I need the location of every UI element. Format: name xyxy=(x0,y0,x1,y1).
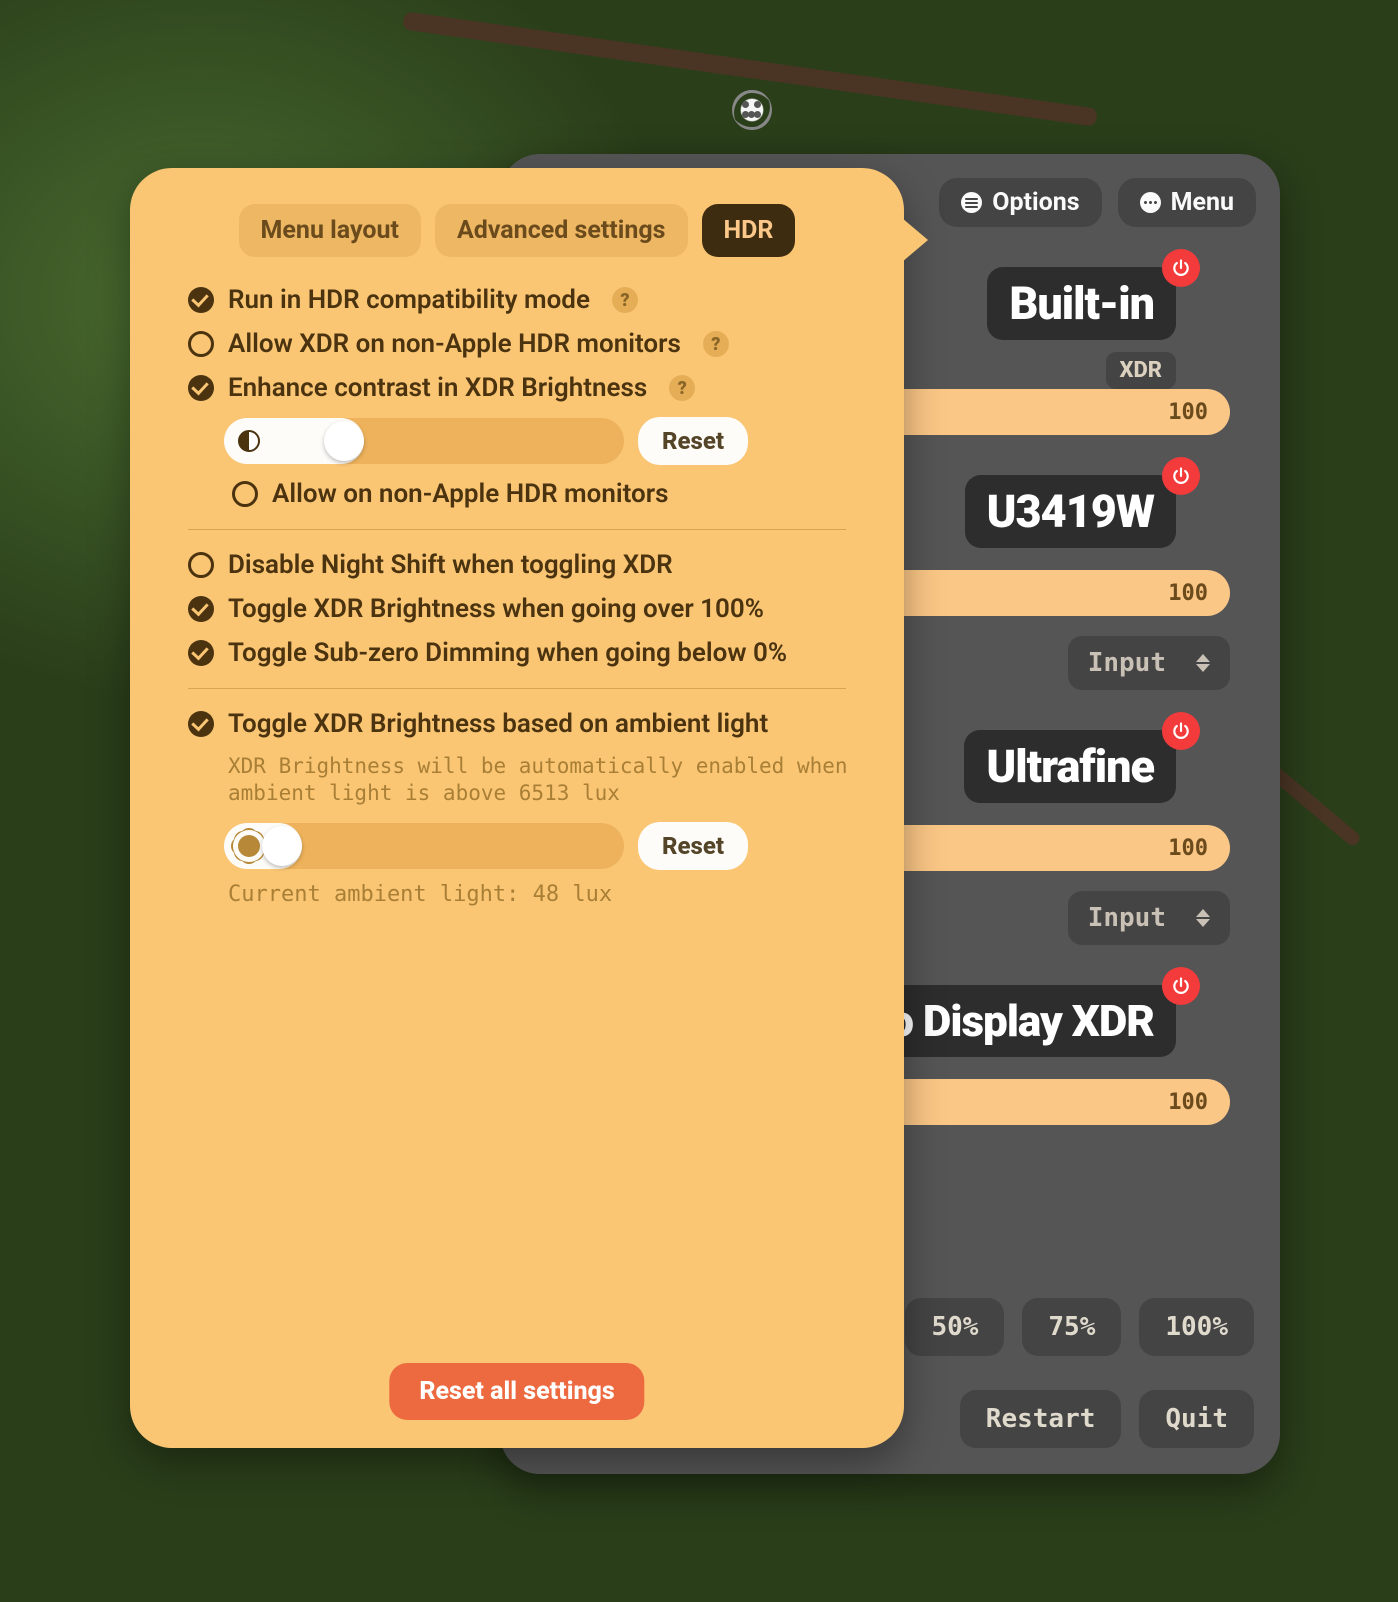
power-icon xyxy=(1171,258,1191,278)
label-disable-night-shift: Disable Night Shift when toggling XDR xyxy=(228,550,673,580)
input-label-2: Input xyxy=(1088,903,1166,933)
quit-button[interactable]: Quit xyxy=(1139,1390,1254,1448)
reset-all-settings-button[interactable]: Reset all settings xyxy=(389,1363,644,1420)
checkbox-allow-nonapple[interactable] xyxy=(232,481,258,507)
checkbox-toggle-ambient[interactable] xyxy=(188,711,214,737)
input-select-2[interactable]: Input xyxy=(1068,891,1230,945)
label-toggle-ambient: Toggle XDR Brightness based on ambient l… xyxy=(228,709,768,739)
checkbox-enhance-contrast[interactable] xyxy=(188,375,214,401)
display-name-1: U3419W xyxy=(965,475,1176,548)
power-button-0[interactable] xyxy=(1162,249,1200,287)
input-select-1[interactable]: Input xyxy=(1068,636,1230,690)
power-icon xyxy=(1171,466,1191,486)
label-toggle-below-0: Toggle Sub-zero Dimming when going below… xyxy=(228,638,787,668)
brightness-value-3: 100 xyxy=(1168,1090,1208,1115)
options-label: Options xyxy=(992,188,1079,217)
input-label-1: Input xyxy=(1088,648,1166,678)
power-icon xyxy=(1171,976,1191,996)
divider xyxy=(188,529,846,530)
options-button[interactable]: Options xyxy=(939,178,1101,227)
checkbox-allow-xdr-nonapple[interactable] xyxy=(188,331,214,357)
power-button-3[interactable] xyxy=(1162,967,1200,1005)
sun-icon xyxy=(238,835,260,857)
checkbox-toggle-over-100[interactable] xyxy=(188,596,214,622)
current-lux-readout: Current ambient light: 48 lux xyxy=(228,882,870,907)
help-icon[interactable]: ? xyxy=(703,331,729,357)
reset-contrast-button[interactable]: Reset xyxy=(638,417,748,465)
preset-100[interactable]: 100% xyxy=(1139,1298,1254,1356)
help-icon[interactable]: ? xyxy=(612,287,638,313)
contrast-slider[interactable] xyxy=(224,418,624,464)
display-name-0: Built-in xyxy=(987,267,1176,340)
preset-75[interactable]: 75% xyxy=(1022,1298,1121,1356)
label-allow-nonapple: Allow on non-Apple HDR monitors xyxy=(272,479,668,509)
ambient-description: XDR Brightness will be automatically ena… xyxy=(228,753,870,808)
label-allow-xdr-nonapple: Allow XDR on non-Apple HDR monitors xyxy=(228,329,681,359)
tab-advanced-settings[interactable]: Advanced settings xyxy=(435,204,688,257)
chevron-updown-icon xyxy=(1196,909,1210,927)
xdr-badge[interactable]: XDR xyxy=(1106,352,1177,389)
power-button-2[interactable] xyxy=(1162,712,1200,750)
tab-hdr[interactable]: HDR xyxy=(702,204,796,257)
help-icon[interactable]: ? xyxy=(669,375,695,401)
settings-popover: Menu layout Advanced settings HDR Run in… xyxy=(130,168,904,1448)
menu-label: Menu xyxy=(1171,188,1234,217)
ambient-threshold-slider[interactable] xyxy=(224,823,624,869)
app-menubar-icon[interactable] xyxy=(732,90,772,130)
divider xyxy=(188,688,846,689)
checkbox-toggle-below-0[interactable] xyxy=(188,640,214,666)
label-toggle-over-100: Toggle XDR Brightness when going over 10… xyxy=(228,594,764,624)
checkbox-hdr-compat[interactable] xyxy=(188,287,214,313)
label-hdr-compat: Run in HDR compatibility mode xyxy=(228,285,590,315)
brightness-value-2: 100 xyxy=(1168,836,1208,861)
preset-50[interactable]: 50% xyxy=(905,1298,1004,1356)
chevron-updown-icon xyxy=(1196,654,1210,672)
brightness-value-0: 100 xyxy=(1168,400,1208,425)
list-icon xyxy=(961,192,982,213)
power-icon xyxy=(1171,721,1191,741)
contrast-icon xyxy=(238,430,260,452)
restart-button[interactable]: Restart xyxy=(960,1390,1122,1448)
label-enhance-contrast: Enhance contrast in XDR Brightness xyxy=(228,373,647,403)
power-button-1[interactable] xyxy=(1162,457,1200,495)
menu-button[interactable]: Menu xyxy=(1118,178,1256,227)
tab-menu-layout[interactable]: Menu layout xyxy=(239,204,421,257)
dots-icon xyxy=(1140,192,1161,213)
reset-ambient-button[interactable]: Reset xyxy=(638,822,748,870)
brightness-value-1: 100 xyxy=(1168,581,1208,606)
checkbox-disable-night-shift[interactable] xyxy=(188,552,214,578)
display-name-2: Ultrafine xyxy=(964,730,1176,803)
